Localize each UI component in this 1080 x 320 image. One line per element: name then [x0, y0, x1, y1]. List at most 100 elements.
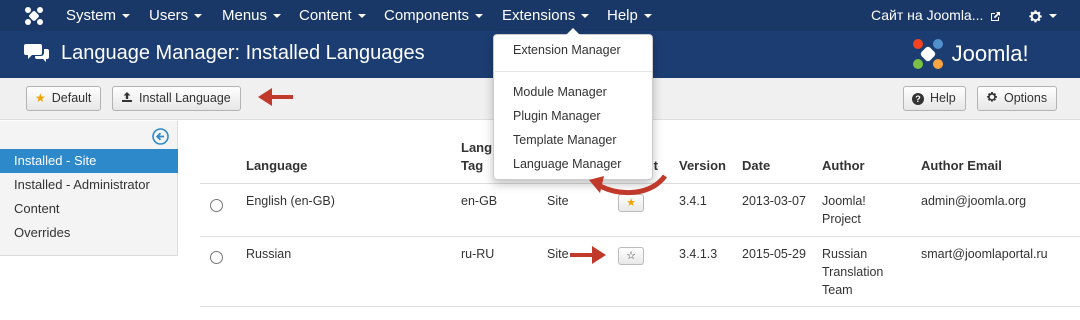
- author-line: Joomla!: [822, 194, 866, 208]
- column-header-date[interactable]: Date: [742, 157, 770, 175]
- language-tag: ru-RU: [461, 247, 495, 261]
- table-divider: [200, 306, 1080, 307]
- nav-label: System: [66, 7, 117, 24]
- table-divider: [200, 236, 1080, 237]
- language-version: 3.4.1.3: [679, 247, 718, 261]
- external-link-icon: [991, 11, 1001, 21]
- nav-components-menu[interactable]: Components: [384, 0, 484, 31]
- sidebar-item-installed-administrator[interactable]: Installed - Administrator: [0, 173, 178, 197]
- caret-down-icon: [643, 14, 652, 19]
- language-author: Russian Translation Team: [822, 245, 883, 299]
- default-star-button[interactable]: ★: [618, 194, 644, 212]
- caret-down-icon: [273, 14, 282, 19]
- language-date: 2013-03-07: [742, 194, 806, 208]
- help-button-label: Help: [930, 91, 956, 105]
- author-line: Russian: [822, 247, 868, 261]
- column-header-version[interactable]: Version: [679, 157, 726, 175]
- default-button[interactable]: ★ Default: [26, 86, 102, 111]
- language-date: 2015-05-29: [742, 247, 806, 261]
- arrow-right-icon: [570, 246, 606, 264]
- sidebar: Installed - Site Installed - Administrat…: [0, 121, 178, 256]
- site-link[interactable]: Сайт на Joomla...: [871, 0, 1001, 31]
- nav-label: Help: [607, 7, 638, 24]
- author-line: Translation: [822, 265, 884, 279]
- nav-help-menu[interactable]: Help: [607, 0, 652, 31]
- star-filled-icon: ★: [626, 197, 636, 209]
- caret-down-icon: [357, 14, 366, 19]
- language-author-email: smart@joomlaportal.ru: [921, 247, 1048, 261]
- caret-down-icon: [122, 14, 131, 19]
- language-version: 3.4.1: [679, 194, 707, 208]
- top-navbar: System Users Menus Content Components Ex…: [0, 0, 1080, 31]
- options-button[interactable]: Options: [977, 86, 1058, 111]
- column-header-language[interactable]: Language: [246, 157, 307, 175]
- menu-item-plugin-manager[interactable]: Plugin Manager: [513, 109, 601, 123]
- nav-label: Content: [299, 7, 352, 24]
- language-author-email: admin@joomla.org: [921, 194, 1027, 208]
- column-header-email[interactable]: Author Email: [921, 157, 1002, 175]
- language-name: English (en-GB): [246, 194, 335, 208]
- user-settings-menu[interactable]: [1028, 0, 1057, 31]
- nav-menus-menu[interactable]: Menus: [222, 0, 282, 31]
- dropdown-caret: [566, 28, 580, 35]
- comments-icon: [24, 44, 49, 62]
- nav-label: Components: [384, 7, 470, 24]
- install-language-label: Install Language: [139, 91, 231, 105]
- caret-down-icon: [1049, 14, 1057, 19]
- caret-down-icon: [194, 14, 203, 19]
- nav-label: Extensions: [502, 7, 576, 24]
- sidebar-toggle-icon[interactable]: [152, 128, 169, 145]
- sidebar-item-content[interactable]: Content: [0, 197, 178, 221]
- nav-extensions-menu[interactable]: Extensions: [502, 0, 590, 31]
- nav-label: Menus: [222, 7, 268, 24]
- menu-item-language-manager[interactable]: Language Manager: [513, 157, 621, 171]
- caret-down-icon: [475, 14, 484, 19]
- nav-users-menu[interactable]: Users: [149, 0, 203, 31]
- caret-down-icon: [581, 14, 590, 19]
- sidebar-item-label: Content: [14, 201, 60, 216]
- column-header-tag[interactable]: Lang Tag: [461, 139, 492, 175]
- language-author: Joomla! Project: [822, 192, 866, 228]
- row-select-radio[interactable]: [210, 251, 223, 264]
- row-select-radio[interactable]: [210, 199, 223, 212]
- help-button[interactable]: ? Help: [903, 86, 966, 111]
- column-header-tag-line: Lang: [461, 140, 493, 155]
- menu-item-template-manager[interactable]: Template Manager: [513, 133, 617, 147]
- site-link-label: Сайт на Joomla...: [871, 7, 984, 23]
- options-button-label: Options: [1004, 91, 1048, 105]
- language-name: Russian: [246, 247, 292, 261]
- menu-divider: [495, 71, 652, 72]
- sidebar-item-label: Installed - Site: [14, 153, 97, 168]
- joomla-brand-icon: [913, 39, 943, 69]
- language-client: Site: [547, 194, 569, 208]
- language-client: Site: [547, 247, 569, 261]
- menu-item-extension-manager[interactable]: Extension Manager: [513, 43, 621, 57]
- author-line: Project: [822, 212, 861, 226]
- sidebar-item-label: Overrides: [14, 225, 71, 240]
- sidebar-item-label: Installed - Administrator: [14, 177, 150, 192]
- joomla-brand: Joomla!: [910, 36, 1029, 72]
- star-icon: ★: [35, 91, 46, 105]
- language-tag: en-GB: [461, 194, 498, 208]
- gear-icon: [987, 92, 997, 102]
- sidebar-item-overrides[interactable]: Overrides: [0, 221, 178, 245]
- extensions-dropdown-menu: Extension Manager Module Manager Plugin …: [493, 28, 653, 180]
- nav-label: Users: [149, 7, 189, 24]
- column-header-tag-line: Tag: [461, 158, 484, 173]
- question-icon: ?: [912, 93, 924, 105]
- upload-icon: [122, 92, 132, 102]
- joomla-logo-icon[interactable]: [24, 6, 44, 26]
- menu-item-module-manager[interactable]: Module Manager: [513, 85, 607, 99]
- set-default-star-button[interactable]: ☆: [618, 247, 644, 265]
- author-line: Team: [822, 283, 853, 297]
- install-language-button[interactable]: Install Language: [112, 86, 241, 111]
- default-button-label: Default: [51, 91, 92, 105]
- nav-system-menu[interactable]: System: [66, 0, 131, 31]
- star-outline-icon: ☆: [626, 250, 636, 262]
- page-title: Language Manager: Installed Languages: [61, 42, 425, 64]
- brand-name: Joomla!: [951, 41, 1029, 66]
- nav-content-menu[interactable]: Content: [299, 0, 366, 31]
- table-divider: [200, 183, 1080, 184]
- sidebar-item-installed-site[interactable]: Installed - Site: [0, 149, 178, 173]
- column-header-author[interactable]: Author: [822, 157, 865, 175]
